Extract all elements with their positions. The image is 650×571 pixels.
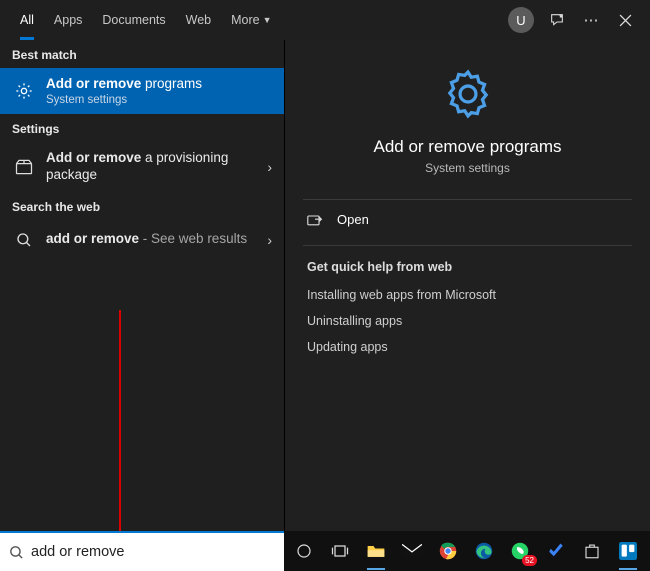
help-link[interactable]: Installing web apps from Microsoft [285, 282, 650, 308]
taskbar-whatsapp-icon[interactable]: 52 [506, 537, 534, 565]
taskbar-mail-icon[interactable] [398, 537, 426, 565]
tab-documents[interactable]: Documents [92, 0, 175, 40]
open-label: Open [337, 212, 369, 227]
feedback-icon[interactable] [540, 3, 574, 37]
search-icon [12, 228, 36, 252]
taskbar-store-icon[interactable] [578, 537, 606, 565]
detail-title: Add or remove programs [373, 137, 561, 157]
more-options-icon[interactable]: ⋯ [574, 3, 608, 37]
help-section-label: Get quick help from web [285, 246, 650, 282]
chevron-down-icon: ▼ [263, 15, 272, 25]
detail-subtitle: System settings [425, 161, 510, 175]
taskbar: 52 [284, 531, 650, 571]
search-input[interactable] [31, 544, 276, 560]
search-icon [8, 544, 25, 561]
annotation-arrow [20, 300, 220, 570]
close-icon[interactable] [608, 3, 642, 37]
taskbar-file-explorer-icon[interactable] [362, 537, 390, 565]
detail-panel: Add or remove programs System settings O… [284, 40, 650, 531]
results-panel: Best match Add or remove programs System… [0, 40, 284, 531]
result-web-search[interactable]: add or remove - See web results › [0, 220, 284, 260]
result-best-match[interactable]: Add or remove programs System settings [0, 68, 284, 114]
search-box[interactable] [0, 531, 284, 571]
result-subtitle: System settings [46, 94, 272, 106]
search-scope-tabs: All Apps Documents Web More▼ U ⋯ [0, 0, 650, 40]
chevron-right-icon: › [261, 232, 272, 248]
taskbar-edge-icon[interactable] [470, 537, 498, 565]
taskbar-trello-icon[interactable] [614, 537, 642, 565]
help-link[interactable]: Uninstalling apps [285, 308, 650, 334]
result-settings-provisioning[interactable]: Add or remove a provisioning package › [0, 142, 284, 192]
package-icon [12, 155, 36, 179]
taskbar-taskview-icon[interactable] [326, 537, 354, 565]
section-best-match: Best match [0, 40, 284, 68]
gear-icon [12, 79, 36, 103]
user-avatar[interactable]: U [508, 7, 534, 33]
chevron-right-icon: › [261, 159, 272, 175]
notification-badge: 52 [522, 555, 537, 566]
tab-web[interactable]: Web [176, 0, 221, 40]
help-link[interactable]: Updating apps [285, 334, 650, 360]
taskbar-todo-icon[interactable] [542, 537, 570, 565]
open-icon [307, 213, 325, 227]
taskbar-chrome-icon[interactable] [434, 537, 462, 565]
section-settings: Settings [0, 114, 284, 142]
section-search-web: Search the web [0, 192, 284, 220]
result-title: add or remove - See web results [46, 231, 261, 248]
tab-more[interactable]: More▼ [221, 0, 281, 40]
gear-icon [440, 66, 496, 127]
result-title: Add or remove programs [46, 76, 272, 93]
taskbar-cortana-icon[interactable] [290, 537, 318, 565]
open-action[interactable]: Open [285, 200, 650, 239]
tab-apps[interactable]: Apps [44, 0, 93, 40]
result-title: Add or remove a provisioning package [46, 150, 261, 184]
tab-all[interactable]: All [10, 0, 44, 40]
